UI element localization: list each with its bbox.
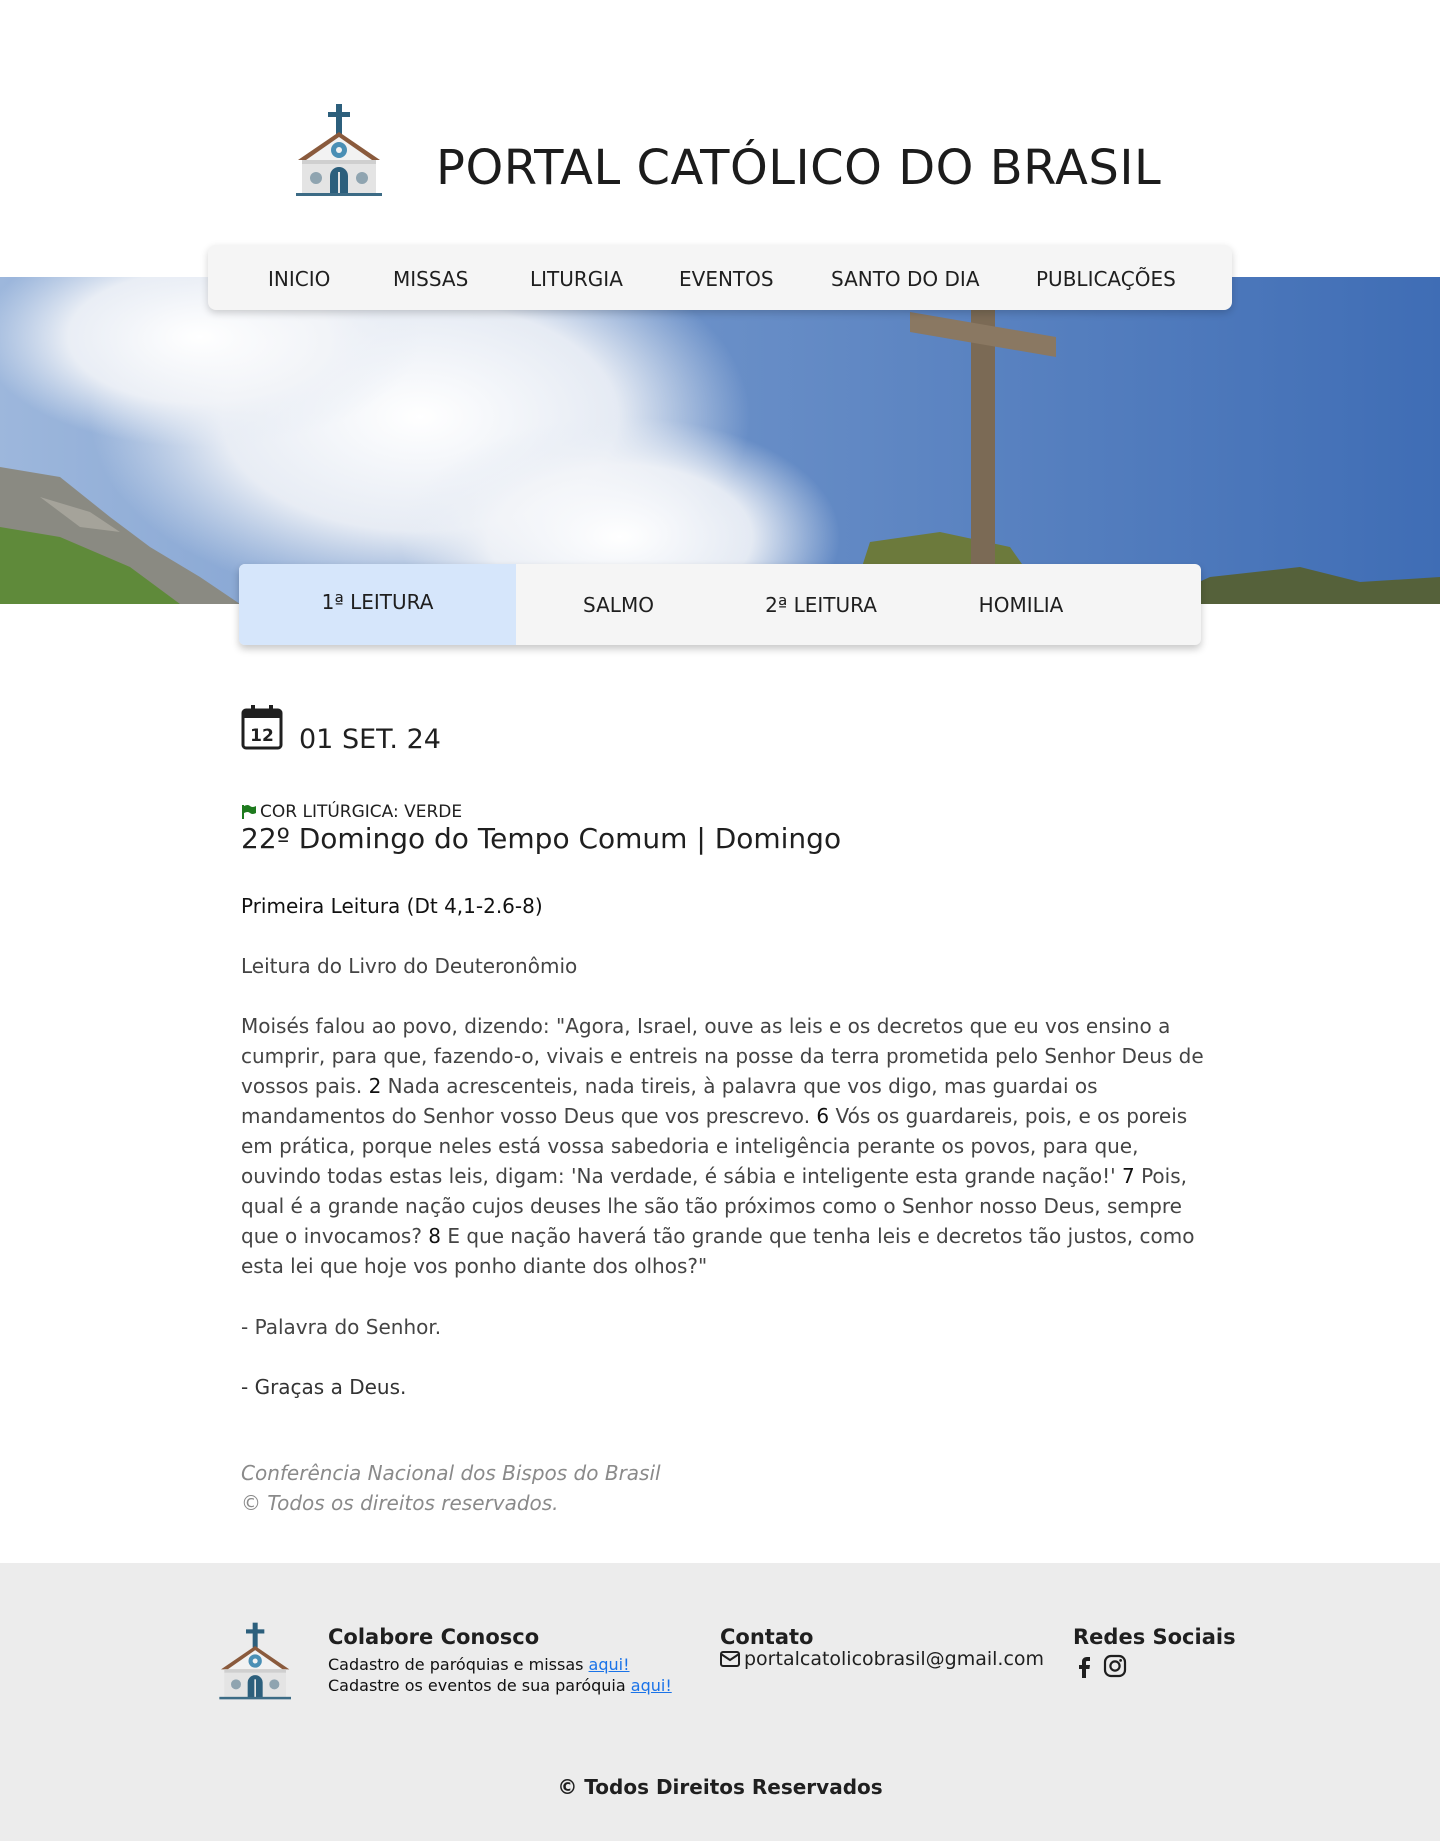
main-nav: INICIO MISSAS LITURGIA EVENTOS SANTO DO …: [208, 245, 1232, 310]
church-icon[interactable]: [216, 1621, 296, 1701]
instagram-icon[interactable]: [1103, 1654, 1127, 1678]
nav-item-missas[interactable]: MISSAS: [393, 267, 468, 291]
social-links: [1073, 1654, 1127, 1678]
tab-homilia[interactable]: HOMILIA: [921, 564, 1121, 645]
colabore-line-2: Cadastre os eventos de sua paróquia aqui…: [328, 1676, 672, 1695]
mail-icon: [720, 1651, 740, 1667]
colabore-text: Cadastre os eventos de sua paróquia: [328, 1676, 631, 1695]
site-header: PORTAL CATÓLICO DO BRASIL: [0, 0, 1440, 245]
hero-banner: [0, 277, 1440, 604]
nav-item-eventos[interactable]: EVENTOS: [679, 267, 774, 291]
tab-primeira-leitura[interactable]: 1ª LEITURA: [239, 564, 516, 645]
calendar-icon: 12: [241, 705, 283, 750]
contato-title: Contato: [720, 1625, 814, 1649]
cadastro-eventos-link[interactable]: aqui!: [631, 1676, 672, 1695]
colabore-line-1: Cadastro de paróquias e missas aqui!: [328, 1655, 630, 1674]
footer-copyright: © Todos Direitos Reservados: [557, 1775, 883, 1799]
flag-icon: [242, 805, 256, 819]
verse-number: 7: [1121, 1164, 1135, 1188]
verse-number: 8: [428, 1224, 442, 1248]
nav-item-liturgia[interactable]: LITURGIA: [530, 267, 623, 291]
contact-email-text: portalcatolicobrasil@gmail.com: [744, 1648, 1045, 1670]
cadastro-paroquias-link[interactable]: aqui!: [589, 1655, 630, 1674]
verse-number: 2: [368, 1074, 382, 1098]
redes-sociais-title: Redes Sociais: [1073, 1625, 1236, 1649]
colabore-title: Colabore Conosco: [328, 1625, 540, 1649]
source-line: Conferência Nacional dos Bispos do Brasi…: [241, 1461, 661, 1485]
reading-title: Primeira Leitura (Dt 4,1-2.6-8): [241, 894, 543, 918]
nav-item-santo-do-dia[interactable]: SANTO DO DIA: [831, 267, 980, 291]
gracas-a-deus: - Graças a Deus.: [241, 1375, 407, 1399]
reading-book: Leitura do Livro do Deuteronômio: [241, 954, 578, 978]
nav-item-publicacoes[interactable]: PUBLICAÇÕES: [1036, 267, 1176, 291]
liturgical-color-label: COR LITÚRGICA: VERDE: [260, 802, 463, 822]
nav-item-inicio[interactable]: INICIO: [268, 267, 330, 291]
verse-number: 6: [816, 1104, 830, 1128]
source-credit: Conferência Nacional dos Bispos do Brasi…: [241, 1458, 661, 1518]
contact-email[interactable]: portalcatolicobrasil@gmail.com: [720, 1648, 1044, 1670]
facebook-icon[interactable]: [1073, 1654, 1097, 1678]
reading-body: Moisés falou ao povo, dizendo: "Agora, I…: [241, 1011, 1211, 1281]
tab-segunda-leitura[interactable]: 2ª LEITURA: [721, 564, 921, 645]
day-title: 22º Domingo do Tempo Comum | Domingo: [241, 822, 842, 855]
palavra-do-senhor: - Palavra do Senhor.: [241, 1315, 442, 1339]
reading-date: 01 SET. 24: [299, 724, 441, 755]
source-line: © Todos os direitos reservados.: [241, 1491, 559, 1515]
site-footer: Colabore Conosco Cadastro de paróquias e…: [0, 1563, 1440, 1841]
tab-salmo[interactable]: SALMO: [516, 564, 721, 645]
church-icon[interactable]: [292, 102, 388, 198]
colabore-text: Cadastro de paróquias e missas: [328, 1655, 589, 1674]
site-title: PORTAL CATÓLICO DO BRASIL: [436, 140, 1162, 196]
liturgical-color: COR LITÚRGICA: VERDE: [241, 802, 462, 822]
calendar-icon-number: 12: [250, 726, 274, 746]
hero-image: [0, 277, 1440, 604]
reading-tabs: 1ª LEITURA SALMO 2ª LEITURA HOMILIA: [239, 564, 1201, 645]
